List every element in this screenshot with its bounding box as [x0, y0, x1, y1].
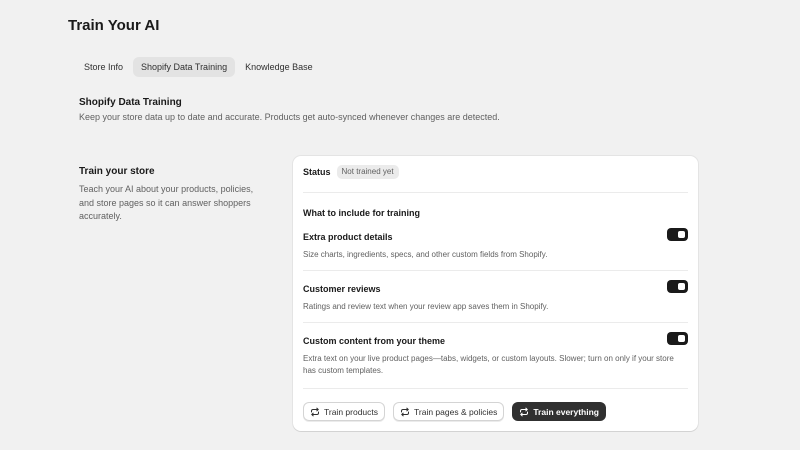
- train-products-button[interactable]: Train products: [303, 402, 386, 421]
- tab-store-info[interactable]: Store Info: [76, 57, 131, 77]
- train-store-title: Train your store: [79, 166, 155, 177]
- page-title: Train Your AI: [68, 17, 160, 34]
- option-description: Ratings and review text when your review…: [303, 302, 549, 311]
- option-description: Size charts, ingredients, specs, and oth…: [303, 250, 548, 259]
- divider: [303, 322, 688, 323]
- train-store-description: Teach your AI about your products, polic…: [79, 184, 254, 221]
- section-description: Keep your store data up to date and accu…: [79, 112, 500, 122]
- refresh-icon: [310, 407, 320, 417]
- customer-reviews-toggle[interactable]: [667, 280, 688, 293]
- divider: [303, 270, 688, 271]
- divider: [303, 192, 688, 193]
- status-label: Status: [303, 167, 331, 177]
- tab-knowledge-base[interactable]: Knowledge Base: [237, 57, 321, 77]
- option-customer-reviews: Customer reviews Ratings and review text…: [303, 280, 688, 311]
- include-title: What to include for training: [303, 208, 420, 218]
- train-pages-label: Train pages & policies: [414, 406, 498, 417]
- section-header: Shopify Data Training Keep your store da…: [79, 97, 500, 122]
- train-products-label: Train products: [324, 406, 379, 417]
- toggle-knob: [678, 283, 685, 290]
- option-extra-product-details: Extra product details Size charts, ingre…: [303, 228, 688, 259]
- status-row: Status Not trained yet: [303, 165, 399, 179]
- custom-theme-content-toggle[interactable]: [667, 332, 688, 345]
- train-store-info: Train your store Teach your AI about you…: [79, 166, 269, 224]
- option-description: Extra text on your live product pages—ta…: [303, 354, 674, 375]
- train-everything-button[interactable]: Train everything: [512, 402, 606, 421]
- toggle-knob: [678, 231, 685, 238]
- section-title: Shopify Data Training: [79, 97, 182, 108]
- extra-product-details-toggle[interactable]: [667, 228, 688, 241]
- tab-bar: Store Info Shopify Data Training Knowled…: [76, 57, 321, 77]
- tab-shopify-data-training[interactable]: Shopify Data Training: [133, 57, 236, 77]
- option-title: Customer reviews: [303, 284, 381, 294]
- divider: [303, 388, 688, 389]
- refresh-icon: [400, 407, 410, 417]
- train-ai-page: Train Your AI Store Info Shopify Data Tr…: [0, 0, 800, 450]
- option-title: Custom content from your theme: [303, 336, 446, 346]
- option-title: Extra product details: [303, 232, 393, 242]
- option-custom-theme-content: Custom content from your theme Extra tex…: [303, 332, 688, 375]
- train-everything-label: Train everything: [533, 406, 599, 417]
- status-badge: Not trained yet: [336, 165, 399, 179]
- training-card: Status Not trained yet What to include f…: [293, 156, 698, 431]
- toggle-knob: [678, 335, 685, 342]
- refresh-icon: [519, 407, 529, 417]
- training-actions: Train products Train pages & policies Tr…: [303, 402, 606, 421]
- train-pages-button[interactable]: Train pages & policies: [393, 402, 505, 421]
